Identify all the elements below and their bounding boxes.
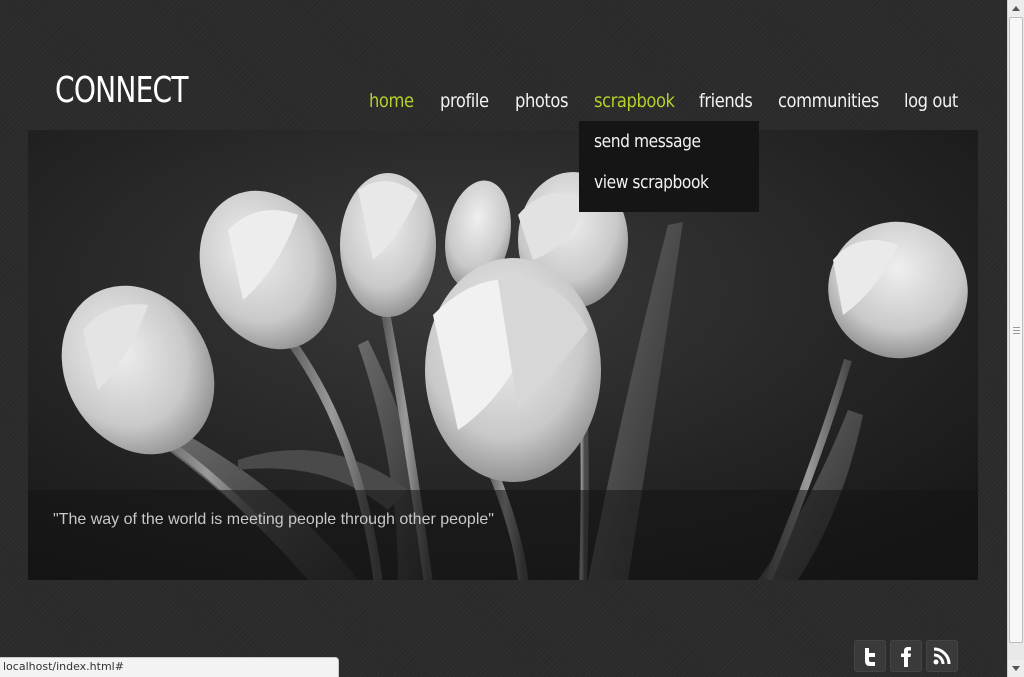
nav-scrapbook[interactable]: scrapbook xyxy=(594,90,675,112)
scroll-thumb[interactable] xyxy=(1009,17,1023,643)
hero-quote: "The way of the world is meeting people … xyxy=(53,511,494,528)
facebook-icon[interactable] xyxy=(890,640,922,672)
nav-log-out[interactable]: log out xyxy=(904,90,958,112)
dropdown-send-message[interactable]: send message xyxy=(594,131,701,152)
twitter-icon[interactable] xyxy=(854,640,886,672)
hero-banner: "The way of the world is meeting people … xyxy=(28,130,978,580)
nav-communities[interactable]: communities xyxy=(778,90,879,112)
scrapbook-dropdown: send message view scrapbook xyxy=(579,121,759,212)
scroll-down-arrow-icon[interactable] xyxy=(1008,660,1024,677)
page-viewport: CONNECT home profile photos scrapbook fr… xyxy=(0,0,1007,677)
quote-bar: "The way of the world is meeting people … xyxy=(28,490,978,580)
nav-profile[interactable]: profile xyxy=(440,90,489,112)
vertical-scrollbar[interactable] xyxy=(1007,0,1024,677)
nav-friends[interactable]: friends xyxy=(699,90,753,112)
status-url: localhost/index.html# xyxy=(3,660,124,673)
nav-photos[interactable]: photos xyxy=(515,90,568,112)
main-nav: home profile photos scrapbook friends co… xyxy=(0,90,1007,120)
nav-home[interactable]: home xyxy=(369,90,414,112)
status-bar: localhost/index.html# xyxy=(0,657,339,677)
dropdown-view-scrapbook[interactable]: view scrapbook xyxy=(594,172,709,193)
scroll-up-arrow-icon[interactable] xyxy=(1008,0,1024,17)
rss-icon[interactable] xyxy=(926,640,958,672)
